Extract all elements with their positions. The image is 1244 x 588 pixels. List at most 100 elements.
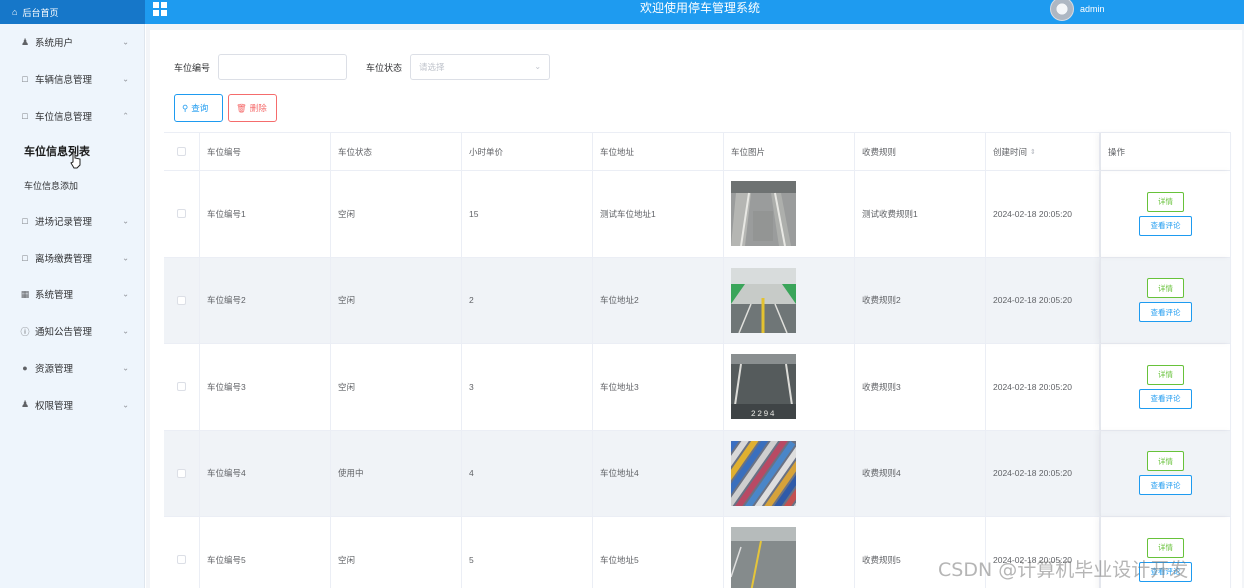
username[interactable]: admin <box>1080 4 1105 14</box>
cell-actions: 详情 查看评论 <box>1100 344 1231 430</box>
cell-created: 2024-02-18 20:05:20 <box>986 257 1100 343</box>
table-row: 车位编号3 空闲 3 车位地址3 2294 收费规则3 2024-02-18 2… <box>164 344 1231 431</box>
cell-price: 3 <box>462 344 593 430</box>
table-row: 车位编号2 空闲 2 车位地址2 收费规则2 2024-02-18 20:05:… <box>164 257 1231 344</box>
sidebar-item-system[interactable]: ▦ 系统管理 ⌄ <box>0 276 144 313</box>
delete-button-label: 删除 <box>249 103 267 113</box>
view-comments-button[interactable]: 查看评论 <box>1139 302 1192 323</box>
sidebar-item-resources[interactable]: ● 资源管理 ⌄ <box>0 350 144 387</box>
column-header: 车位编号 <box>200 133 331 170</box>
row-select-cell <box>164 430 200 516</box>
chevron-down-icon: ⌄ <box>122 289 129 299</box>
detail-button[interactable]: 详情 <box>1147 364 1184 385</box>
sidebar: ♟ 系统用户 ⌄ □ 车辆信息管理 ⌄ □ 车位信息管理 ⌃ 车位信息列表 车位… <box>0 24 145 588</box>
view-comments-button[interactable]: 查看评论 <box>1139 388 1192 409</box>
sidebar-item-vehicles[interactable]: □ 车辆信息管理 ⌄ <box>0 61 144 98</box>
row-select-cell <box>164 171 200 257</box>
cell-price: 2 <box>462 257 593 343</box>
cell-created: 2024-02-18 20:05:20 <box>986 430 1100 516</box>
sidebar-item-label: 系统用户 <box>35 38 74 50</box>
header-select-all <box>164 133 200 170</box>
detail-button[interactable]: 详情 <box>1147 451 1184 472</box>
home-label: 后台首页 <box>22 7 59 18</box>
cell-image: 2294 <box>724 344 855 430</box>
content-card: 车位编号 车位状态 请选择 ⌄ ⚲ 查询 🗑 删除 车位编号 车位状态 小时单价… <box>150 30 1242 588</box>
sidebar-subitem-space-add[interactable]: 车位信息添加 <box>0 168 144 202</box>
sidebar-item-users[interactable]: ♟ 系统用户 ⌄ <box>0 24 144 61</box>
delete-button[interactable]: 🗑 删除 <box>228 94 277 122</box>
doc-icon: □ <box>22 215 28 226</box>
avatar[interactable] <box>1050 0 1074 21</box>
row-checkbox[interactable] <box>177 295 186 305</box>
parking-photo-1[interactable] <box>731 181 796 247</box>
trash-icon: 🗑 <box>236 102 247 113</box>
sort-icon[interactable]: ⇕ <box>1030 148 1036 156</box>
chevron-down-icon: ⌄ <box>122 216 129 226</box>
space-code-label: 车位编号 <box>174 62 211 73</box>
parking-space-table: 车位编号 车位状态 小时单价 车位地址 车位图片 收费规则 创建时间 ⇕ 操作 … <box>164 132 1231 588</box>
column-header: 小时单价 <box>462 133 593 170</box>
doc-icon: □ <box>22 110 28 121</box>
doc-icon: □ <box>22 74 28 85</box>
space-status-select[interactable]: 请选择 ⌄ <box>410 54 551 80</box>
home-link[interactable]: ⌂ 后台首页 <box>0 0 145 24</box>
parking-photo-3[interactable]: 2294 <box>731 354 796 420</box>
row-select-cell <box>164 257 200 343</box>
sidebar-item-exit-payment[interactable]: □ 离场缴费管理 ⌄ <box>0 239 144 276</box>
cell-address: 测试车位地址1 <box>593 171 724 257</box>
table-header-row: 车位编号 车位状态 小时单价 车位地址 车位图片 收费规则 创建时间 ⇕ 操作 <box>164 133 1231 171</box>
parking-photo-4[interactable] <box>731 440 796 506</box>
cell-status: 空闲 <box>331 257 462 343</box>
cell-address: 车位地址4 <box>593 430 724 516</box>
search-button[interactable]: ⚲ 查询 <box>174 94 223 122</box>
location-icon: ● <box>22 362 28 373</box>
sidebar-item-entry-records[interactable]: □ 进场记录管理 ⌄ <box>0 202 144 239</box>
sidebar-item-notices[interactable]: ⓘ 通知公告管理 ⌄ <box>0 313 144 350</box>
cell-image <box>724 517 855 588</box>
chevron-down-icon: ⌄ <box>122 37 129 47</box>
cell-code: 车位编号2 <box>200 257 331 343</box>
chevron-down-icon: ⌄ <box>122 363 129 373</box>
sidebar-item-label: 系统管理 <box>35 290 74 302</box>
watermark: CSDN @计算机毕业设计开发 <box>938 559 1189 581</box>
detail-button[interactable]: 详情 <box>1147 191 1184 212</box>
cell-code: 车位编号3 <box>200 344 331 430</box>
sidebar-item-permissions[interactable]: ♟ 权限管理 ⌄ <box>0 386 144 423</box>
view-comments-button[interactable]: 查看评论 <box>1139 475 1192 496</box>
cell-created: 2024-02-18 20:05:20 <box>986 344 1100 430</box>
cell-rule: 收费规则2 <box>855 257 986 343</box>
row-checkbox[interactable] <box>177 382 186 392</box>
view-comments-button[interactable]: 查看评论 <box>1139 215 1192 236</box>
menu-grid-icon[interactable] <box>153 2 167 16</box>
sidebar-item-label: 通知公告管理 <box>35 327 93 339</box>
sidebar-item-label: 离场缴费管理 <box>35 253 93 265</box>
cell-code: 车位编号1 <box>200 171 331 257</box>
row-checkbox[interactable] <box>177 468 186 478</box>
info-icon: ⓘ <box>20 326 30 337</box>
chevron-down-icon: ⌄ <box>122 253 129 263</box>
chevron-up-icon: ⌃ <box>122 111 129 121</box>
sidebar-item-spaces[interactable]: □ 车位信息管理 ⌃ <box>0 98 144 135</box>
cell-code: 车位编号5 <box>200 517 331 588</box>
row-checkbox[interactable] <box>177 209 186 219</box>
column-header: 车位图片 <box>724 133 855 170</box>
cell-rule: 收费规则3 <box>855 344 986 430</box>
chevron-down-icon: ⌄ <box>122 74 129 84</box>
main-area: 车位编号 车位状态 请选择 ⌄ ⚲ 查询 🗑 删除 车位编号 车位状态 小时单价… <box>146 24 1244 588</box>
top-bar: ⌂ 后台首页 欢迎使用停车管理系统 admin <box>0 0 1244 24</box>
space-code-input[interactable] <box>218 54 348 80</box>
chevron-down-icon: ⌄ <box>534 62 542 71</box>
cell-rule: 测试收费规则1 <box>855 171 986 257</box>
select-all-checkbox[interactable] <box>177 147 186 156</box>
column-header-label: 创建时间 <box>993 146 1028 157</box>
cell-rule: 收费规则4 <box>855 430 986 516</box>
parking-photo-5[interactable] <box>731 527 796 588</box>
detail-button[interactable]: 详情 <box>1147 278 1184 299</box>
row-checkbox[interactable] <box>177 555 186 565</box>
cell-address: 车位地址5 <box>593 517 724 588</box>
cell-status: 空闲 <box>331 517 462 588</box>
column-header-created[interactable]: 创建时间 ⇕ <box>986 133 1100 170</box>
parking-photo-2[interactable] <box>731 267 796 333</box>
status-select-placeholder: 请选择 <box>419 62 445 72</box>
user-icon: ♟ <box>20 399 30 410</box>
